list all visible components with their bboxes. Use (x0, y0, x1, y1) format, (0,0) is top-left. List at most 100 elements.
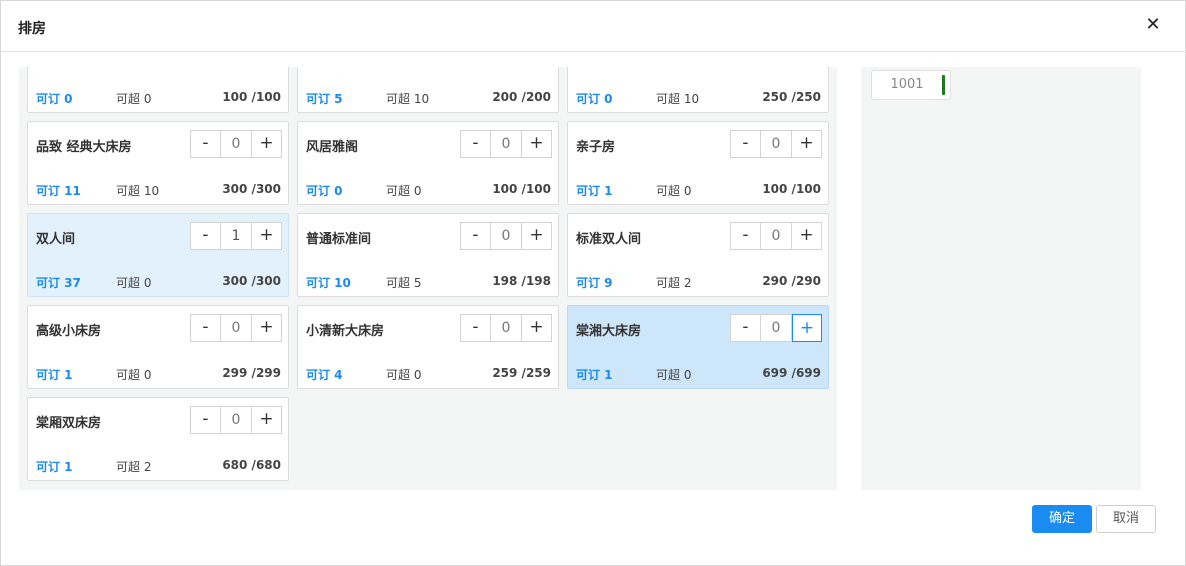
bookable-count: 可订 0 (576, 92, 613, 106)
availability-ratio: 300 /300 (222, 182, 281, 196)
dialog-title: 排房 (18, 21, 46, 37)
availability-ratio: 699 /699 (762, 366, 821, 380)
increment-button[interactable]: + (522, 131, 551, 157)
room-type-card[interactable]: 可订 0 可超 10 250 /250 (567, 67, 829, 113)
room-type-card[interactable]: 普通标准间 - 0 + 可订 10 可超 5 198 /198 (297, 213, 559, 297)
quantity-input[interactable]: 0 (220, 315, 252, 341)
quantity-stepper: - 1 + (190, 222, 282, 250)
bookable-count: 可订 5 (306, 92, 343, 106)
room-type-card[interactable]: 亲子房 - 0 + 可订 1 可超 0 100 /100 (567, 121, 829, 205)
room-type-card[interactable]: 可订 5 可超 10 200 /200 (297, 67, 559, 113)
quantity-input[interactable]: 0 (490, 223, 522, 249)
cancel-button[interactable]: 取消 (1096, 505, 1156, 533)
increment-button[interactable]: + (252, 407, 281, 433)
availability-ratio: 250 /250 (762, 90, 821, 104)
increment-button[interactable]: + (252, 131, 281, 157)
decrement-button[interactable]: - (461, 315, 490, 341)
room-type-card[interactable]: 品致 经典大床房 - 0 + 可订 11 可超 10 300 /300 (27, 121, 289, 205)
quantity-input[interactable]: 0 (220, 407, 252, 433)
quantity-input[interactable]: 0 (220, 131, 252, 157)
dialog-header: 排房 ✕ (1, 1, 1186, 52)
room-type-name: 风居雅阁 (306, 140, 359, 155)
overbook-count: 可超 10 (116, 184, 160, 198)
assigned-rooms-panel: 1001 (861, 67, 1141, 490)
bookable-count: 可订 1 (576, 368, 613, 382)
bookable-count: 可订 4 (306, 368, 343, 382)
overbook-count: 可超 0 (116, 276, 152, 290)
quantity-stepper: - 0 + (190, 130, 282, 158)
quantity-stepper: - 0 + (460, 130, 552, 158)
room-type-name: 小清新大床房 (306, 324, 385, 339)
quantity-input[interactable]: 0 (760, 131, 792, 157)
room-type-name: 棠湘大床房 (576, 324, 642, 339)
room-type-name: 高级小床房 (36, 324, 102, 339)
overbook-count: 可超 5 (386, 276, 422, 290)
room-type-name: 标准双人间 (576, 232, 642, 247)
quantity-stepper: - 0 + (730, 130, 822, 158)
room-type-name: 普通标准间 (306, 232, 372, 247)
increment-button[interactable]: + (252, 223, 281, 249)
increment-button[interactable]: + (792, 314, 822, 342)
decrement-button[interactable]: - (461, 223, 490, 249)
quantity-stepper: - 0 + (190, 406, 282, 434)
room-type-name: 双人间 (36, 232, 76, 247)
overbook-count: 可超 10 (656, 92, 700, 106)
quantity-input[interactable]: 0 (760, 223, 792, 249)
increment-button[interactable]: + (522, 223, 551, 249)
quantity-input[interactable]: 1 (220, 223, 252, 249)
room-type-card[interactable]: 小清新大床房 - 0 + 可订 4 可超 0 259 /259 (297, 305, 559, 389)
decrement-button[interactable]: - (731, 131, 760, 157)
increment-button[interactable]: + (522, 315, 551, 341)
room-number-tag[interactable]: 1001 (871, 70, 951, 100)
overbook-count: 可超 0 (386, 184, 422, 198)
overbook-count: 可超 0 (656, 368, 692, 382)
close-icon[interactable]: ✕ (1144, 16, 1162, 34)
availability-ratio: 300 /300 (222, 274, 281, 288)
decrement-button[interactable]: - (191, 131, 220, 157)
room-type-card[interactable]: 风居雅阁 - 0 + 可订 0 可超 0 100 /100 (297, 121, 559, 205)
decrement-button[interactable]: - (191, 407, 220, 433)
decrement-button[interactable]: - (191, 315, 220, 341)
status-indicator (942, 75, 945, 95)
room-type-card-selected[interactable]: 双人间 - 1 + 可订 37 可超 0 300 /300 (27, 213, 289, 297)
room-type-name: 品致 经典大床房 (36, 140, 132, 155)
quantity-stepper: - 0 + (730, 314, 822, 342)
room-type-name: 棠厢双床房 (36, 416, 102, 431)
increment-button[interactable]: + (792, 223, 821, 249)
quantity-input[interactable]: 0 (490, 315, 522, 341)
availability-ratio: 100 /100 (222, 90, 281, 104)
bookable-count: 可订 0 (36, 92, 73, 106)
bookable-count: 可订 1 (576, 184, 613, 198)
room-type-card[interactable]: 标准双人间 - 0 + 可订 9 可超 2 290 /290 (567, 213, 829, 297)
availability-ratio: 100 /100 (492, 182, 551, 196)
overbook-count: 可超 0 (116, 92, 152, 106)
overbook-count: 可超 0 (116, 368, 152, 382)
decrement-button[interactable]: - (461, 131, 490, 157)
quantity-stepper: - 0 + (460, 314, 552, 342)
quantity-stepper: - 0 + (730, 222, 822, 250)
overbook-count: 可超 10 (386, 92, 430, 106)
availability-ratio: 200 /200 (492, 90, 551, 104)
bookable-count: 可订 1 (36, 368, 73, 382)
availability-ratio: 259 /259 (492, 366, 551, 380)
quantity-input[interactable]: 0 (760, 315, 792, 341)
room-type-card[interactable]: 可订 0 可超 0 100 /100 (27, 67, 289, 113)
confirm-button[interactable]: 确定 (1032, 505, 1092, 533)
quantity-stepper: - 0 + (190, 314, 282, 342)
increment-button[interactable]: + (792, 131, 821, 157)
overbook-count: 可超 0 (656, 184, 692, 198)
availability-ratio: 100 /100 (762, 182, 821, 196)
quantity-input[interactable]: 0 (490, 131, 522, 157)
increment-button[interactable]: + (252, 315, 281, 341)
bookable-count: 可订 37 (36, 276, 81, 290)
bookable-count: 可订 1 (36, 460, 73, 474)
overbook-count: 可超 0 (386, 368, 422, 382)
room-type-card[interactable]: 高级小床房 - 0 + 可订 1 可超 0 299 /299 (27, 305, 289, 389)
decrement-button[interactable]: - (191, 223, 220, 249)
room-type-card[interactable]: 棠厢双床房 - 0 + 可订 1 可超 2 680 /680 (27, 397, 289, 481)
room-type-list: 可订 0 可超 0 100 /100 可订 5 可超 10 200 /200 可… (19, 67, 837, 490)
room-number: 1001 (890, 77, 924, 92)
decrement-button[interactable]: - (731, 223, 760, 249)
decrement-button[interactable]: - (731, 315, 760, 341)
room-type-card-active[interactable]: 棠湘大床房 - 0 + 可订 1 可超 0 699 /699 (567, 305, 829, 389)
